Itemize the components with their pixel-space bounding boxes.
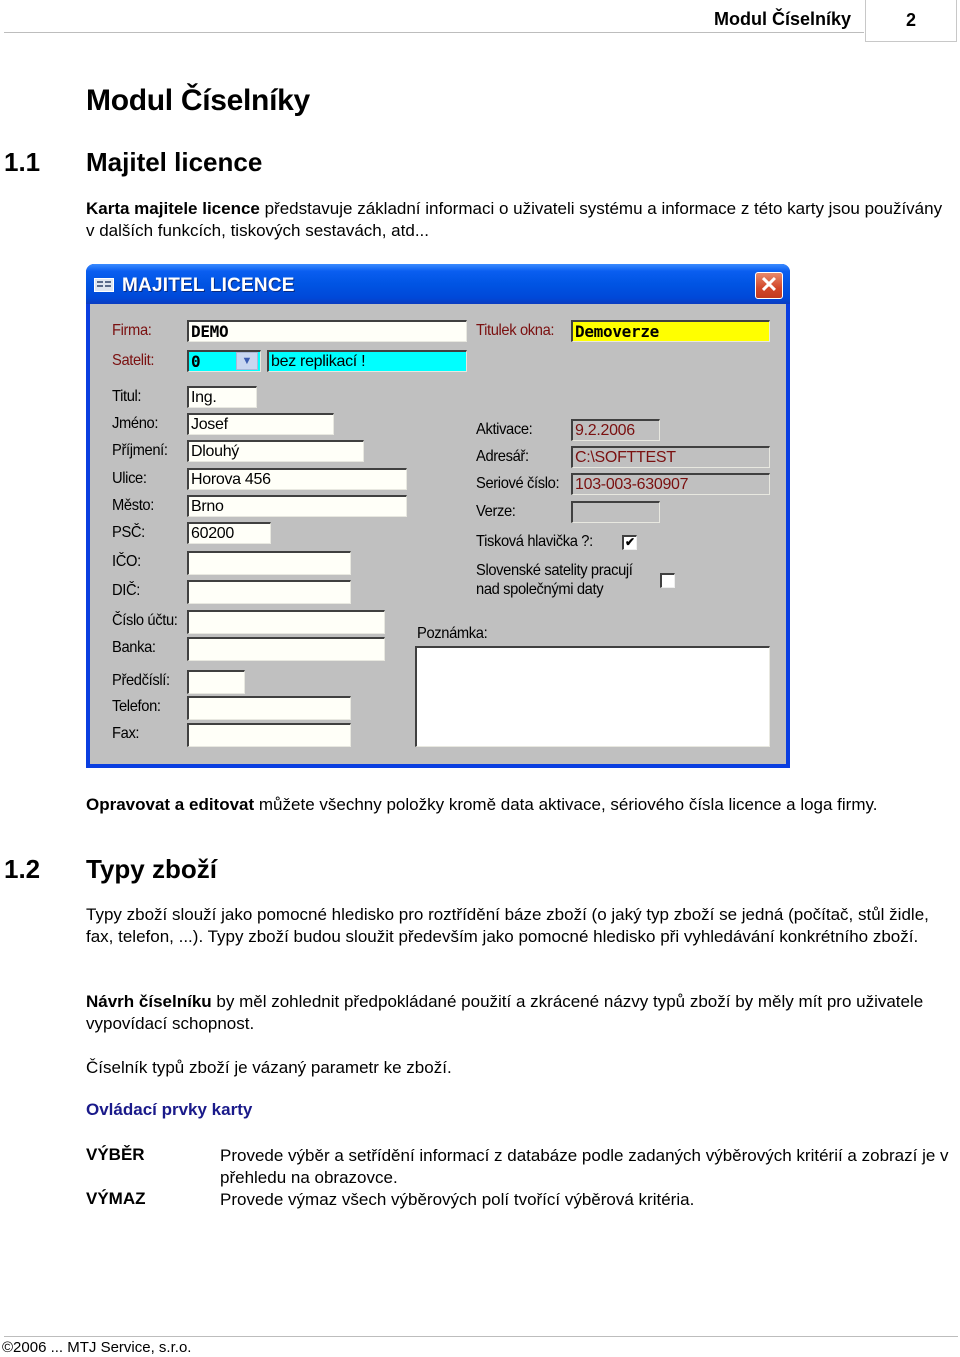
ulice-input[interactable]: Horova 456 — [187, 468, 407, 490]
edit-note-bold: Opravovat a editovat — [86, 795, 255, 814]
poznamka-textarea[interactable] — [415, 646, 770, 747]
ciselnik-note-paragraph: Číselník typů zboží je vázaný parametr k… — [86, 1058, 452, 1077]
ico-input[interactable] — [187, 551, 351, 575]
intro-bold: Karta majitele licence — [86, 199, 260, 218]
mesto-input[interactable]: Brno — [187, 495, 407, 517]
close-icon[interactable]: ✕ — [755, 272, 783, 299]
control-description: Provede výmaz všech výběrových polí tvoř… — [220, 1190, 695, 1209]
psc-input[interactable]: 60200 — [187, 522, 271, 544]
telefon-input[interactable] — [187, 696, 351, 720]
slovenske-satelity-label-line2: nad společnými daty — [476, 581, 604, 598]
page-number: 2 — [865, 0, 957, 42]
window-title: MAJITEL LICENCE — [122, 275, 295, 296]
ico-label: IČO: — [112, 553, 141, 570]
footer-copyright: ©2006 ... MTJ Service, s.r.o. — [2, 1339, 192, 1356]
typy-zbozi-paragraph: Typy zboží slouží jako pomocné hledisko … — [86, 905, 929, 946]
titul-label: Titul: — [112, 388, 142, 405]
tiskova-hlavicka-checkbox[interactable]: ✔ — [622, 535, 637, 550]
satelit-label: Satelit: — [112, 352, 155, 369]
header-divider — [4, 32, 864, 33]
slovenske-satelity-label-line1: Slovenské satelity pracují — [476, 562, 633, 579]
adresar-field: C:\SOFTTEST — [571, 446, 770, 468]
control-description: Provede výběr a setřídění informací z da… — [220, 1146, 949, 1187]
edit-note-paragraph: Opravovat a editovat můžete všechny polo… — [86, 794, 946, 816]
predcisli-input[interactable] — [187, 670, 245, 694]
adresar-label: Adresář: — [476, 448, 529, 465]
titulek-okna-label: Titulek okna: — [476, 322, 555, 339]
window-body: Firma: DEMO Satelit: 0 ▼ bez replikací !… — [90, 304, 786, 764]
seriove-cislo-label: Seriové číslo: — [476, 475, 560, 492]
titul-input[interactable]: Ing. — [187, 386, 257, 408]
chevron-down-icon[interactable]: ▼ — [236, 352, 258, 370]
footer-divider — [4, 1336, 958, 1337]
ulice-label: Ulice: — [112, 470, 147, 487]
psc-label: PSČ: — [112, 524, 145, 541]
slovenske-satelity-checkbox[interactable] — [660, 573, 675, 588]
seriove-cislo-field: 103-003-630907 — [571, 473, 770, 495]
firma-label: Firma: — [112, 322, 152, 339]
form-icon — [94, 278, 114, 292]
aktivace-label: Aktivace: — [476, 421, 533, 438]
dic-label: DIČ: — [112, 582, 140, 599]
section-title-1-2: Typy zboží — [86, 854, 217, 884]
firma-input[interactable]: DEMO — [187, 320, 467, 342]
fax-input[interactable] — [187, 723, 351, 747]
satelit-description: bez replikací ! — [267, 350, 467, 372]
verze-label: Verze: — [476, 503, 516, 520]
banka-input[interactable] — [187, 637, 385, 661]
majitel-licence-window: MAJITEL LICENCE ✕ Firma: DEMO Satelit: 0… — [86, 264, 790, 768]
navrh-ciselniku-text: by měl zohlednit předpokládané použití a… — [86, 992, 924, 1033]
section-title: Majitel licence — [86, 147, 263, 177]
tiskova-hlavicka-label: Tisková hlavička ?: — [476, 533, 593, 550]
cislo-uctu-label: Číslo účtu: — [112, 612, 178, 629]
dic-input[interactable] — [187, 580, 351, 604]
aktivace-field: 9.2.2006 — [571, 419, 660, 441]
running-header-title: Modul Číselníky — [714, 9, 852, 29]
control-term: VÝBĚR — [86, 1145, 145, 1164]
section-number: 1.1 — [4, 147, 41, 177]
cislo-uctu-input[interactable] — [187, 610, 385, 634]
chapter-title: Modul Číselníky — [86, 84, 310, 117]
poznamka-label: Poznámka: — [417, 625, 488, 642]
jmeno-label: Jméno: — [112, 415, 159, 432]
navrh-ciselniku-bold: Návrh číselníku — [86, 992, 212, 1011]
controls-heading: Ovládací prvky karty — [86, 1100, 253, 1119]
fax-label: Fax: — [112, 725, 140, 742]
verze-field — [571, 501, 660, 523]
window-titlebar[interactable]: MAJITEL LICENCE ✕ — [86, 264, 790, 304]
jmeno-input[interactable]: Josef — [187, 413, 334, 435]
prijmeni-label: Příjmení: — [112, 442, 168, 459]
banka-label: Banka: — [112, 639, 156, 656]
predcisli-label: Předčíslí: — [112, 672, 170, 689]
control-term: VÝMAZ — [86, 1189, 146, 1208]
section-number-1-2: 1.2 — [4, 854, 41, 884]
mesto-label: Město: — [112, 497, 154, 514]
navrh-ciselniku-paragraph: Návrh číselníku by měl zohlednit předpok… — [86, 991, 946, 1035]
telefon-label: Telefon: — [112, 698, 161, 715]
intro-paragraph: Karta majitele licence představuje zákla… — [86, 198, 946, 242]
prijmeni-input[interactable]: Dlouhý — [187, 440, 364, 462]
titulek-okna-input[interactable]: Demoverze — [571, 320, 770, 342]
edit-note-text: můžete všechny položky kromě data aktiva… — [254, 795, 878, 814]
